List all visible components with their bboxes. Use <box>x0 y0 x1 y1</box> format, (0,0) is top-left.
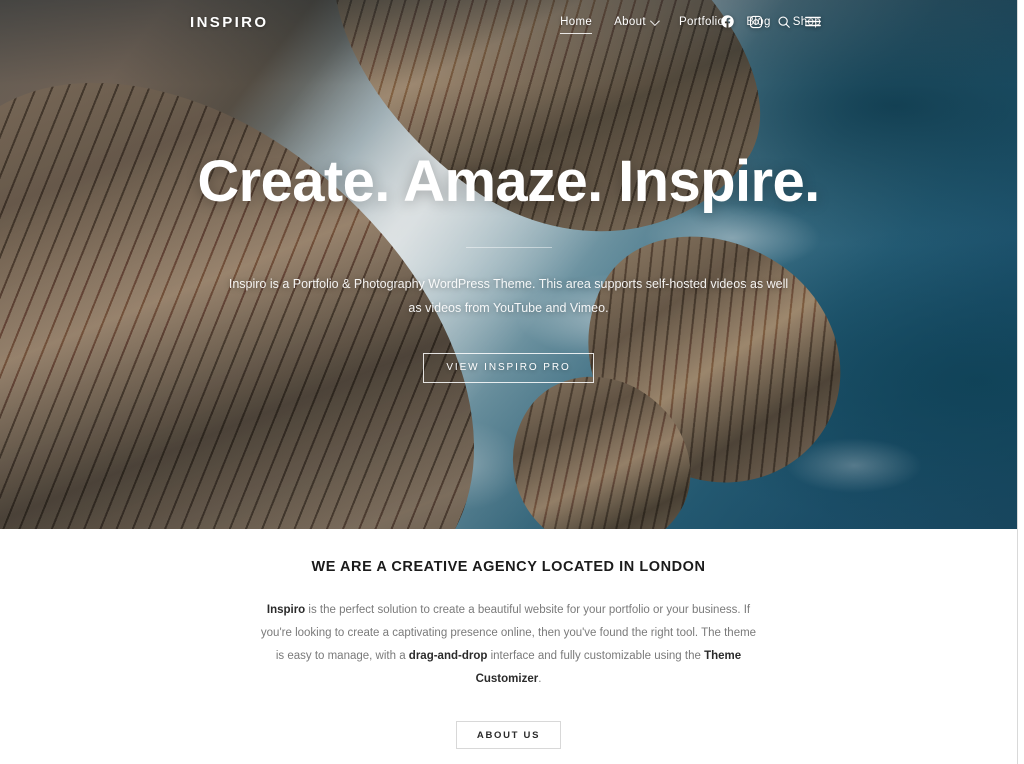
intro-heading: WE ARE A CREATIVE AGENCY LOCATED IN LOND… <box>311 559 706 575</box>
hero-title: Create. Amaze. Inspire. <box>197 149 820 215</box>
chevron-down-icon <box>649 15 660 26</box>
nav-item-about[interactable]: About <box>614 15 660 34</box>
hero-section: INSPIRO Home About Portfolio Blog Shop C… <box>0 0 1017 529</box>
hero-subtitle: Inspiro is a Portfolio & Photography Wor… <box>228 277 789 316</box>
facebook-icon[interactable] <box>720 14 735 29</box>
nav-item-label: Portfolio <box>678 16 725 28</box>
site-logo[interactable]: INSPIRO <box>190 14 268 31</box>
intro-text-part-4: interface and fully customizable using t… <box>487 650 705 662</box>
site-header: INSPIRO Home About Portfolio Blog Shop <box>0 0 1017 46</box>
nav-item-portfolio[interactable]: Portfolio <box>679 16 724 34</box>
search-icon[interactable] <box>777 15 791 29</box>
view-inspiro-pro-button[interactable]: VIEW INSPIRO PRO <box>423 352 594 383</box>
instagram-icon[interactable] <box>749 15 763 29</box>
intro-brand-emphasis: Inspiro <box>266 604 306 616</box>
nav-item-label: Home <box>560 16 593 28</box>
intro-dragdrop-emphasis: drag-and-drop <box>408 650 488 662</box>
hero-content: Create. Amaze. Inspire. Inspiro is a Por… <box>0 0 1017 529</box>
nav-item-home[interactable]: Home <box>560 16 593 34</box>
header-icon-group <box>720 14 821 29</box>
intro-paragraph: Inspiro is the perfect solution to creat… <box>259 599 759 691</box>
vertical-scrollbar[interactable] <box>1017 0 1024 764</box>
intro-text-part-6: . <box>538 673 542 685</box>
page-root: INSPIRO Home About Portfolio Blog Shop C… <box>0 0 1024 764</box>
hamburger-menu-icon[interactable] <box>805 15 821 28</box>
intro-section: WE ARE A CREATIVE AGENCY LOCATED IN LOND… <box>0 529 1017 764</box>
hero-divider <box>465 247 552 249</box>
nav-item-label: About <box>614 16 646 28</box>
about-us-button[interactable]: ABOUT US <box>455 721 562 749</box>
